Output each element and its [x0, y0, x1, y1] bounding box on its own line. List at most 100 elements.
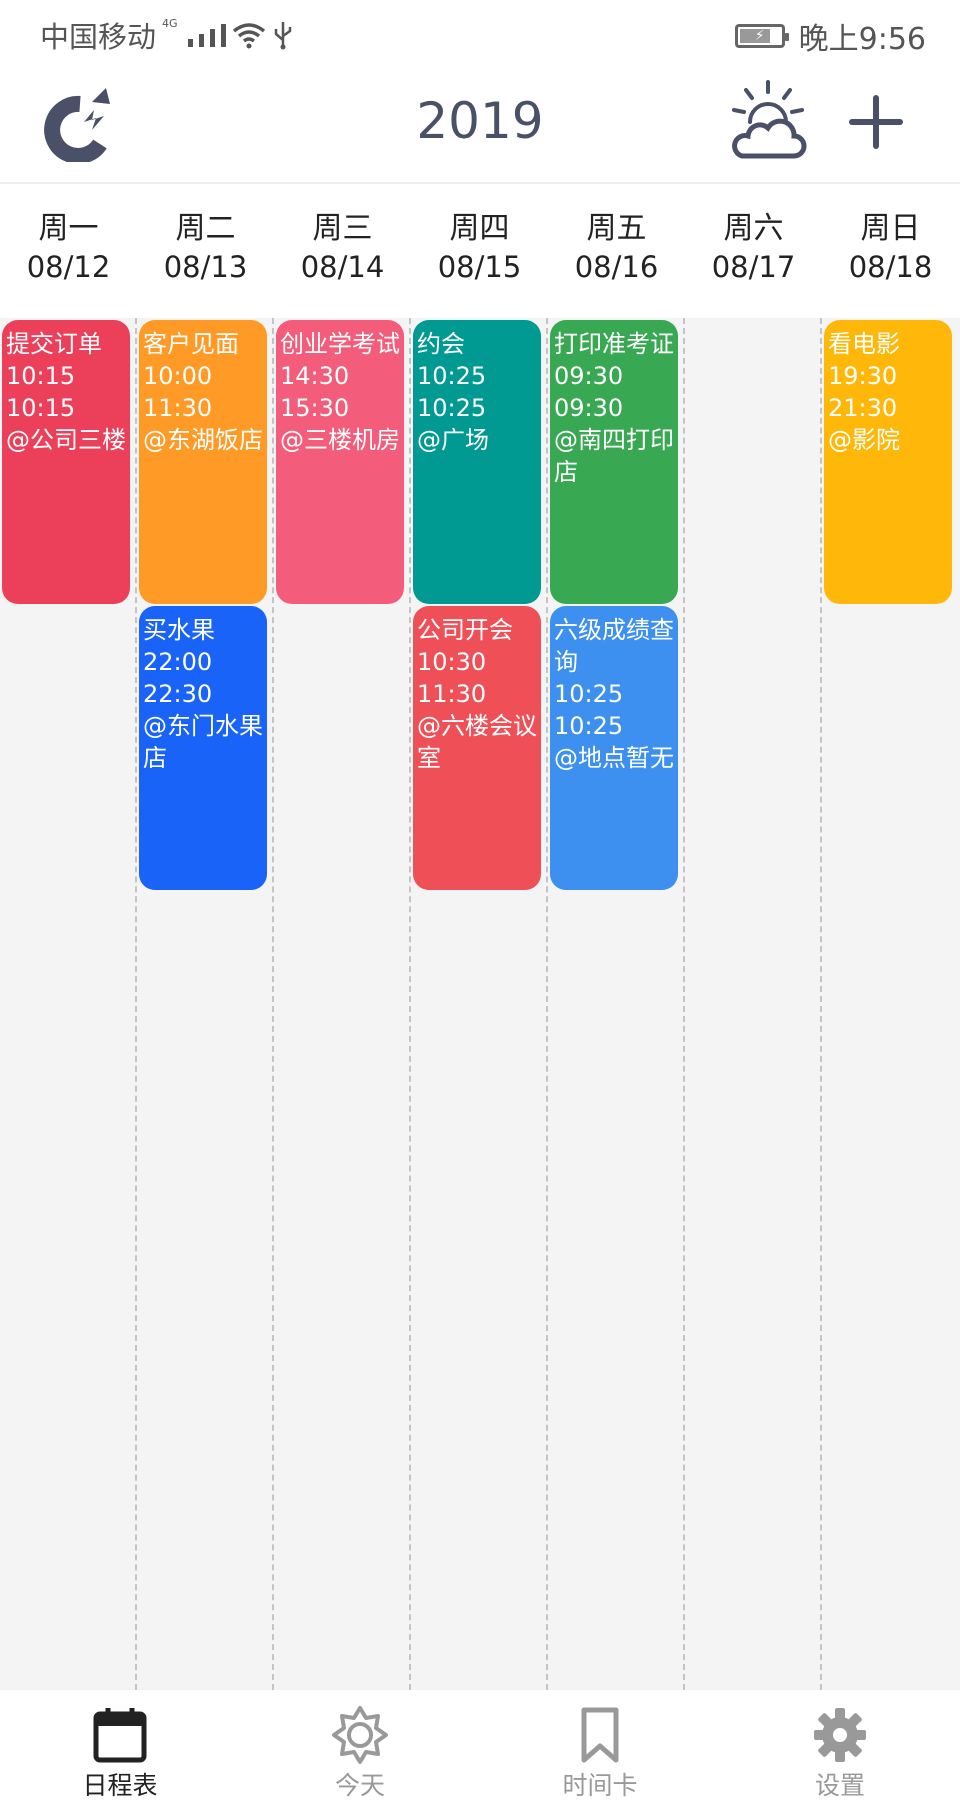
event-title: 客户见面: [143, 330, 239, 358]
event-card[interactable]: 客户见面 10:00 11:30 @东湖饭店: [139, 320, 267, 604]
battery-icon: ⚡: [734, 24, 789, 48]
event-end-time: 15:30: [280, 394, 350, 422]
day-header-wed[interactable]: 周三 08/14: [274, 210, 411, 286]
column-divider: [546, 318, 548, 1690]
event-start-time: 22:00: [143, 648, 213, 676]
column-divider: [135, 318, 137, 1690]
event-card[interactable]: 提交订单 10:15 10:15 @公司三楼: [2, 320, 130, 604]
network-type: 4G: [162, 16, 178, 30]
bottom-nav: 日程表 今天 时间卡 设置: [0, 1690, 960, 1800]
column-divider: [683, 318, 685, 1690]
nav-timecard[interactable]: 时间卡: [510, 1690, 690, 1800]
day-name: 周五: [586, 211, 647, 246]
event-card[interactable]: 买水果 22:00 22:30 @东门水果店: [139, 606, 267, 890]
event-start-time: 14:30: [280, 362, 350, 390]
event-card[interactable]: 约会 10:25 10:25 @广场: [413, 320, 541, 604]
column-divider: [409, 318, 411, 1690]
column-divider: [820, 318, 822, 1690]
page-title: 2019: [416, 92, 544, 150]
wifi-icon: [232, 23, 265, 49]
event-start-time: 19:30: [828, 362, 898, 390]
status-left: 中国移动 4G: [40, 14, 294, 56]
day-date: 08/17: [711, 250, 796, 284]
sun-icon: [332, 1706, 388, 1764]
event-start-time: 10:00: [143, 362, 213, 390]
day-header-fri[interactable]: 周五 08/16: [548, 210, 685, 286]
nav-schedule[interactable]: 日程表: [30, 1690, 210, 1800]
event-end-time: 11:30: [417, 680, 487, 708]
gear-icon: [814, 1708, 866, 1762]
day-name: 周六: [723, 211, 784, 246]
event-title: 提交订单: [6, 330, 102, 358]
event-end-time: 10:15: [6, 394, 76, 422]
event-location: @影院: [828, 426, 900, 454]
signal-icon: [187, 23, 226, 47]
event-start-time: 10:15: [6, 362, 76, 390]
event-card[interactable]: 六级成绩查询 10:25 10:25 @地点暂无: [550, 606, 678, 890]
event-card[interactable]: 公司开会 10:30 11:30 @六楼会议室: [413, 606, 541, 890]
day-header-sun[interactable]: 周日 08/18: [822, 210, 959, 286]
event-title: 看电影: [828, 330, 900, 358]
day-name: 周二: [175, 211, 236, 246]
event-end-time: 11:30: [143, 394, 213, 422]
day-name: 周三: [312, 211, 373, 246]
event-location: @南四打印店: [554, 426, 674, 486]
day-header-thu[interactable]: 周四 08/15: [411, 210, 548, 286]
status-right: ⚡ 晚上9:56: [734, 14, 926, 58]
event-title: 打印准考证: [554, 330, 674, 358]
day-name: 周日: [860, 211, 921, 246]
nav-label: 日程表: [82, 1771, 158, 1800]
event-start-time: 09:30: [554, 362, 624, 390]
day-header-sat[interactable]: 周六 08/17: [685, 210, 822, 286]
event-title: 约会: [417, 330, 465, 358]
event-location: @东湖饭店: [143, 426, 263, 454]
calendar-icon: [93, 1708, 147, 1763]
event-start-time: 10:25: [554, 680, 624, 708]
event-title: 买水果: [143, 616, 215, 644]
event-end-time: 22:30: [143, 680, 213, 708]
nav-today[interactable]: 今天: [270, 1690, 450, 1800]
nav-label: 今天: [334, 1771, 385, 1800]
week-day-header: 周一 08/12 周二 08/13 周三 08/14 周四 08/15 周五 0…: [0, 186, 960, 318]
app-header: 2019: [0, 64, 960, 184]
day-name: 周一: [38, 211, 99, 246]
day-date: 08/12: [26, 250, 111, 284]
clock: 晚上9:56: [798, 22, 926, 57]
nav-label: 设置: [814, 1771, 865, 1800]
event-location: @公司三楼: [6, 426, 126, 454]
weather-icon[interactable]: [728, 78, 808, 164]
event-end-time: 09:30: [554, 394, 624, 422]
day-date: 08/18: [848, 250, 933, 284]
event-location: @三楼机房: [280, 426, 400, 454]
nav-label: 时间卡: [562, 1771, 638, 1800]
event-title: 创业学考试: [280, 330, 400, 358]
event-end-time: 10:25: [554, 712, 624, 740]
event-card[interactable]: 打印准考证 09:30 09:30 @南四打印店: [550, 320, 678, 604]
event-end-time: 10:25: [417, 394, 487, 422]
event-card[interactable]: 看电影 19:30 21:30 @影院: [824, 320, 952, 604]
event-title: 公司开会: [417, 616, 513, 644]
status-bar: 中国移动 4G ⚡ 晚上9:56: [0, 0, 960, 64]
event-location: @六楼会议室: [417, 712, 537, 772]
add-icon[interactable]: [846, 92, 906, 152]
carrier-name: 中国移动: [40, 20, 157, 54]
schedule-grid[interactable]: 提交订单 10:15 10:15 @公司三楼 客户见面 10:00 11:30 @东湖饭店买水…: [0, 318, 960, 1690]
nav-settings[interactable]: 设置: [750, 1690, 930, 1800]
event-location: @广场: [417, 426, 489, 454]
event-title: 六级成绩查询: [554, 616, 674, 676]
day-date: 08/15: [437, 250, 522, 284]
event-card[interactable]: 创业学考试 14:30 15:30 @三楼机房: [276, 320, 404, 604]
event-start-time: 10:30: [417, 648, 487, 676]
column-divider: [272, 318, 274, 1690]
day-header-tue[interactable]: 周二 08/13: [137, 210, 274, 286]
event-start-time: 10:25: [417, 362, 487, 390]
event-end-time: 21:30: [828, 394, 898, 422]
day-date: 08/14: [300, 250, 385, 284]
day-date: 08/16: [574, 250, 659, 284]
event-location: @地点暂无: [554, 744, 674, 772]
day-date: 08/13: [163, 250, 248, 284]
day-header-mon[interactable]: 周一 08/12: [0, 210, 137, 286]
usb-icon: [274, 22, 291, 50]
bookmark-icon: [581, 1707, 619, 1763]
day-name: 周四: [449, 211, 510, 246]
